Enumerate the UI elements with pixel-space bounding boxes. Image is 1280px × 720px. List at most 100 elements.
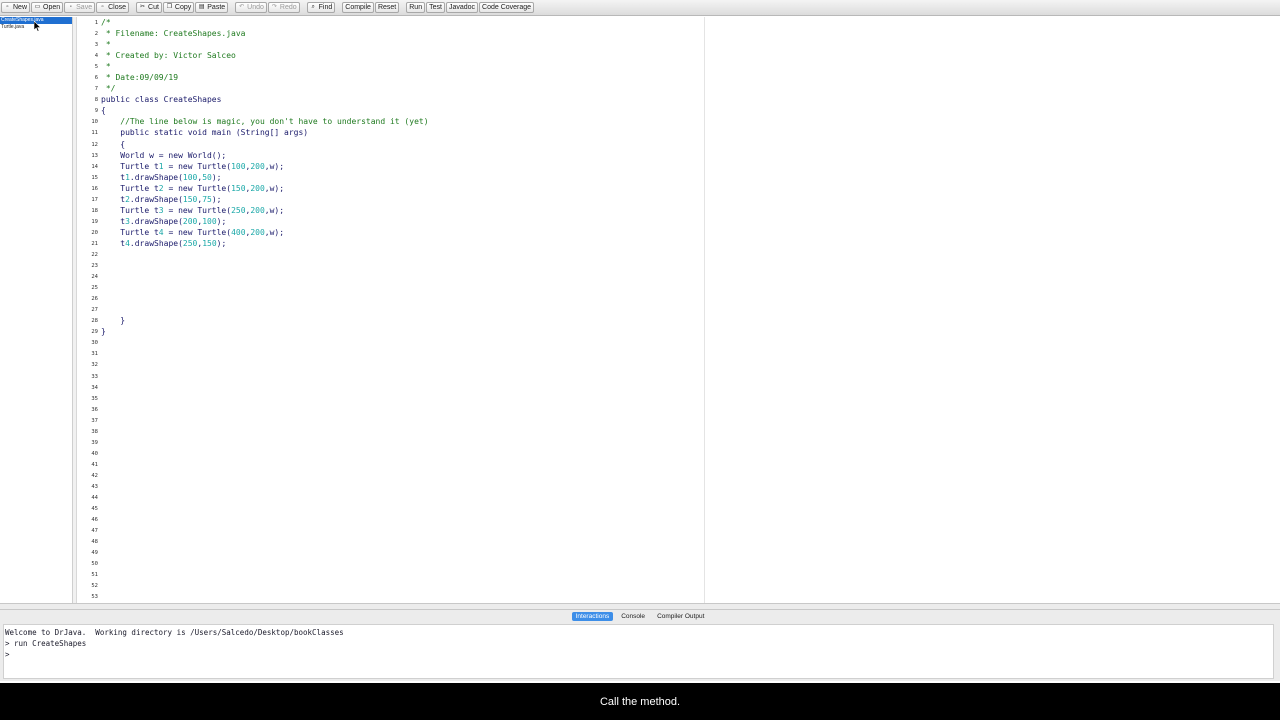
code-line[interactable] xyxy=(101,282,1001,293)
code-line[interactable] xyxy=(101,459,1001,470)
code-line[interactable] xyxy=(101,426,1001,437)
code-line[interactable]: //The line below is magic, you don't hav… xyxy=(101,116,1001,127)
line-number: 44 xyxy=(91,495,98,502)
code-line[interactable]: */ xyxy=(101,83,1001,94)
copy-button[interactable]: ❐ Copy xyxy=(162,2,195,13)
code-line[interactable] xyxy=(101,371,1001,382)
code-line[interactable]: t1.drawShape(100,50); xyxy=(101,172,1001,183)
code-line[interactable] xyxy=(101,547,1001,558)
code-line[interactable]: * xyxy=(101,61,1001,72)
code-line[interactable] xyxy=(101,525,1001,536)
toolbar-button-label: Code Coverage xyxy=(482,4,532,11)
code-line[interactable] xyxy=(101,249,1001,260)
code-line[interactable] xyxy=(101,448,1001,459)
toolbar-button-label: Reset xyxy=(377,4,397,11)
code-line[interactable]: } xyxy=(101,326,1001,337)
code-line[interactable]: * Filename: CreateShapes.java xyxy=(101,28,1001,39)
line-number: 41 xyxy=(91,461,98,468)
code-line[interactable] xyxy=(101,492,1001,503)
undo-button[interactable]: ↶ Undo xyxy=(235,2,267,13)
pane-splitter[interactable] xyxy=(0,603,1280,610)
save-button[interactable]: ▪ Save xyxy=(64,2,96,13)
code-line[interactable] xyxy=(101,415,1001,426)
code-line[interactable] xyxy=(101,337,1001,348)
code-line[interactable]: * Date:09/09/19 xyxy=(101,72,1001,83)
numeric-literal: 250 xyxy=(182,238,198,248)
code-line[interactable] xyxy=(101,271,1001,282)
code-line[interactable] xyxy=(101,481,1001,492)
cut-button[interactable]: ✂ Cut xyxy=(136,2,162,13)
paste-button[interactable]: ▤ Paste xyxy=(195,2,229,13)
toolbar-button-label: Cut xyxy=(148,4,159,11)
code-line[interactable]: public static void main (String[] args) xyxy=(101,127,1001,138)
undo-icon: ↶ xyxy=(239,4,245,10)
code-line[interactable]: Turtle t3 = new Turtle(250,200,w); xyxy=(101,205,1001,216)
toolbar-button-label: Run xyxy=(409,4,423,11)
open-button[interactable]: ▭ Open xyxy=(31,2,64,13)
code-line[interactable] xyxy=(101,569,1001,580)
code-area[interactable]: /* * Filename: CreateShapes.java * * Cre… xyxy=(101,17,1001,602)
tab-compiler-output[interactable]: Compiler Output xyxy=(653,612,708,621)
code-line[interactable] xyxy=(101,404,1001,415)
code-line[interactable]: * Created by: Victor Salceo xyxy=(101,50,1001,61)
line-number: 39 xyxy=(91,439,98,446)
code-line[interactable]: Turtle t4 = new Turtle(400,200,w); xyxy=(101,227,1001,238)
line-number: 45 xyxy=(91,506,98,513)
code-line[interactable] xyxy=(101,503,1001,514)
code-line[interactable]: Turtle t2 = new Turtle(150,200,w); xyxy=(101,183,1001,194)
code-line[interactable] xyxy=(101,348,1001,359)
line-number: 27 xyxy=(91,307,98,314)
code-line[interactable]: { xyxy=(101,105,1001,116)
run-button[interactable]: Run xyxy=(406,2,426,13)
code-line[interactable]: } xyxy=(101,315,1001,326)
new-button[interactable]: ▫ New xyxy=(1,2,31,13)
code-line[interactable] xyxy=(101,514,1001,525)
code-line[interactable] xyxy=(101,580,1001,591)
line-number: 34 xyxy=(91,384,98,391)
tab-interactions[interactable]: Interactions xyxy=(571,611,614,621)
code-line[interactable] xyxy=(101,470,1001,481)
code-line[interactable] xyxy=(101,536,1001,547)
line-number: 12 xyxy=(91,141,98,148)
reset-button[interactable]: Reset xyxy=(374,2,400,13)
code-line[interactable] xyxy=(101,382,1001,393)
code-editor[interactable]: 1 2 3 4 5 6 7 8 9 10 11 12 13 14 15 16 17 18 19 20 21 22 23 24 2… xyxy=(78,17,1280,603)
code-line[interactable]: * xyxy=(101,39,1001,50)
line-number: 13 xyxy=(91,152,98,159)
code-line[interactable]: t4.drawShape(250,150); xyxy=(101,238,1001,249)
find-button[interactable]: ⌕ Find xyxy=(306,2,336,13)
code-line[interactable]: public class CreateShapes xyxy=(101,94,1001,105)
toolbar-button-label: Undo xyxy=(247,4,264,11)
compile-button[interactable]: Compile xyxy=(342,2,374,13)
code-line[interactable] xyxy=(101,359,1001,370)
code-line[interactable] xyxy=(101,393,1001,404)
numeric-literal: 2 xyxy=(158,183,164,193)
line-number: 37 xyxy=(91,417,98,424)
code-line[interactable]: { xyxy=(101,139,1001,150)
file-list: CreateShapes.java Turtle.java xyxy=(0,17,73,603)
code-line[interactable]: /* xyxy=(101,17,1001,28)
javadoc-button[interactable]: Javadoc xyxy=(445,2,479,13)
file-list-scrollbar[interactable] xyxy=(73,17,77,603)
code-line[interactable] xyxy=(101,558,1001,569)
code-line[interactable]: World w = new World(); xyxy=(101,150,1001,161)
code-line[interactable] xyxy=(101,293,1001,304)
code-line[interactable]: Turtle t1 = new Turtle(100,200,w); xyxy=(101,161,1001,172)
code-coverage-button[interactable]: Code Coverage xyxy=(479,2,535,13)
line-number: 36 xyxy=(91,406,98,413)
line-number: 30 xyxy=(91,340,98,347)
test-button[interactable]: Test xyxy=(426,2,445,13)
toolbar-button-label: Copy xyxy=(174,4,192,11)
code-line[interactable]: t3.drawShape(200,100); xyxy=(101,216,1001,227)
code-line[interactable]: t2.drawShape(150,75); xyxy=(101,194,1001,205)
tab-console[interactable]: Console xyxy=(617,612,649,621)
code-line[interactable] xyxy=(101,304,1001,315)
line-number: 26 xyxy=(91,296,98,303)
interactions-pane[interactable]: Welcome to DrJava. Working directory is … xyxy=(3,624,1274,679)
code-line[interactable] xyxy=(101,260,1001,271)
close-button[interactable]: ▫ Close xyxy=(96,2,130,13)
line-number: 22 xyxy=(91,251,98,258)
code-line[interactable] xyxy=(101,437,1001,448)
redo-button[interactable]: ↷ Redo xyxy=(267,2,300,13)
code-line[interactable] xyxy=(101,591,1001,602)
